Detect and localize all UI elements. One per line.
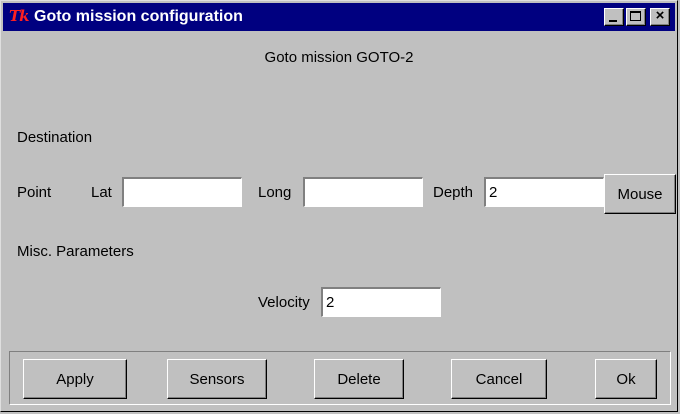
delete-button[interactable]: Delete [314, 359, 404, 399]
point-label: Point [17, 184, 52, 201]
long-label: Long [258, 184, 292, 201]
mission-title: Goto mission GOTO-2 [264, 49, 414, 66]
minimize-button[interactable] [604, 8, 624, 26]
maximize-button[interactable] [626, 8, 646, 26]
depth-input[interactable] [484, 177, 604, 207]
depth-label: Depth [433, 184, 474, 201]
lat-input[interactable] [122, 177, 242, 207]
dialog-window: Tk Goto mission configuration × Goto mis… [0, 0, 678, 412]
minimize-icon [609, 20, 617, 22]
title-bar[interactable]: Tk Goto mission configuration × [3, 3, 675, 31]
ok-button[interactable]: Ok [595, 359, 657, 399]
long-input[interactable] [303, 177, 423, 207]
destination-section-label: Destination [17, 129, 93, 146]
close-button[interactable]: × [650, 7, 670, 26]
mouse-button[interactable]: Mouse [604, 174, 676, 214]
close-icon: × [655, 7, 665, 24]
tk-logo-icon: Tk [9, 7, 30, 25]
apply-button[interactable]: Apply [23, 359, 127, 399]
cancel-button[interactable]: Cancel [451, 359, 547, 399]
sensors-button[interactable]: Sensors [167, 359, 267, 399]
lat-label: Lat [91, 184, 112, 201]
velocity-input[interactable] [321, 287, 441, 317]
window-title: Goto mission configuration [34, 8, 243, 25]
misc-parameters-label: Misc. Parameters [17, 243, 134, 260]
maximize-icon [630, 11, 641, 21]
velocity-label: Velocity [258, 294, 310, 311]
